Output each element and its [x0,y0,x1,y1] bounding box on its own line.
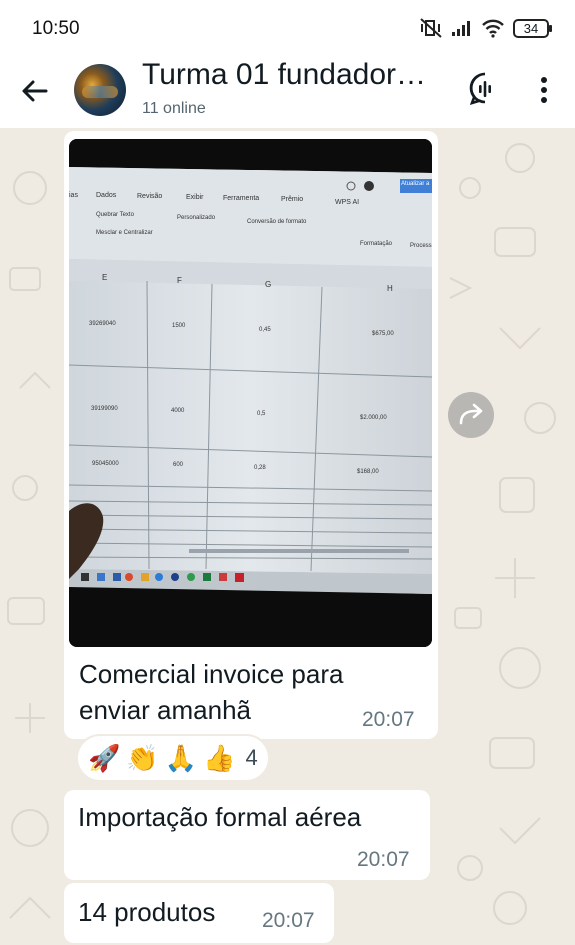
back-arrow-icon[interactable] [18,74,52,108]
ribbon-tab: Prêmio [281,196,304,203]
message-text: 14 produtos [78,897,216,927]
ribbon-tab: Ferramenta [223,195,260,202]
cell: 95045000 [92,461,119,467]
column-header: G [265,280,272,289]
ribbon-tab: Exibir [186,194,204,201]
forward-button[interactable] [448,392,494,438]
cell: 0,28 [254,465,266,471]
status-bar: 10:50 34 [0,0,575,52]
convert-format-button: Conversão de formato [247,219,307,225]
cell: 39269040 [89,321,116,327]
reaction-count: 4 [245,745,258,770]
wrap-text-button: Quebrar Texto [96,212,134,218]
message-text: Importação formal aérea [78,802,362,832]
cell: 0,45 [259,327,271,333]
caption-line: Comercial invoice para [79,659,344,689]
ribbon-tab: WPS AI [335,199,360,206]
message-time: 20:07 [262,909,315,932]
process-button: Process [410,243,432,249]
group-avatar[interactable] [74,64,126,116]
ribbon-tab: Dados [96,192,117,199]
chat-header: Turma 01 fundador… 11 online [0,52,575,128]
merge-center-button: Mesclar e Centralizar [96,230,153,236]
status-icons: 34 [419,16,552,40]
ribbon-tab: Revisão [137,193,163,200]
text-message-bubble[interactable]: Importação formal aérea 20:07 [64,790,430,880]
column-header: H [387,284,393,293]
reaction-emoji: 🙏 [164,742,198,773]
status-time: 10:50 [32,18,80,39]
reaction-emoji: 👍 [203,742,236,773]
number-format-select: Personalizado [177,215,216,221]
voice-chat-icon[interactable] [466,70,504,108]
cell: 4000 [171,408,185,414]
message-time: 20:07 [362,708,415,731]
online-count: 11 online [142,100,206,117]
cell: 600 [173,462,184,468]
column-header: F [177,276,182,285]
cell: 39199090 [91,406,118,412]
spreadsheet-photo[interactable]: ias Dados Revisão Exibir Ferramenta Prêm… [69,139,432,647]
caption-line: enviar amanhã [79,695,251,725]
image-caption: Comercial invoice para enviar amanhã [79,656,409,728]
cell: $2.000,00 [360,415,387,421]
signal-icon [452,21,470,36]
battery-indicator: 34 [513,18,552,38]
cell: $168,00 [357,469,379,475]
cell: 1500 [172,323,186,329]
mute-vibrate-icon [420,18,442,38]
cell: $675,00 [372,331,394,337]
reaction-emoji: 👏 [126,742,159,773]
ribbon-tab: ias [69,192,78,199]
more-options-icon[interactable] [532,74,556,106]
group-title[interactable]: Turma 01 fundador… [142,58,442,92]
reactions-bar[interactable]: 🚀 👏 🙏 👍 4 [76,734,270,782]
formatting-button: Formatação [360,241,393,247]
message-time: 20:07 [357,848,410,871]
update-button: Atualizar a [401,181,430,187]
cell: 0,5 [257,411,266,417]
wifi-icon [482,19,504,38]
text-message-bubble[interactable]: 14 produtos 20:07 [64,883,334,943]
column-header: E [102,273,108,282]
reaction-emoji: 🚀 [88,742,121,773]
forward-icon [459,403,483,425]
chat-area[interactable]: ias Dados Revisão Exibir Ferramenta Prêm… [0,128,575,945]
